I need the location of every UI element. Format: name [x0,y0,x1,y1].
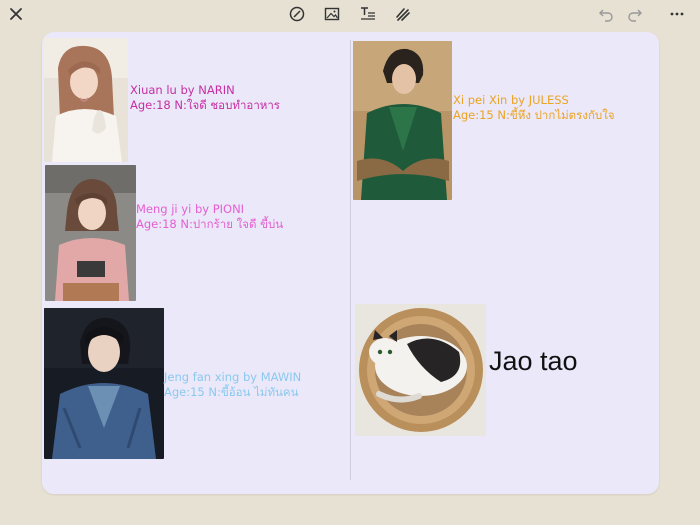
caption-xiuan-lu-details: Age:18 N:ใจดี ชอบทำอาหาร [130,98,280,112]
image-icon [323,5,341,27]
lasso-icon [288,5,306,27]
undo-icon [597,5,615,27]
top-toolbar [0,0,700,32]
text-format-icon [359,5,377,27]
pen-tool-button[interactable] [392,5,414,27]
cat-name-label: Jao tao [489,346,578,376]
lasso-tool-button[interactable] [286,5,308,27]
caption-xi-pei-xin: Xi pei Xin by JULESS Age:15 N:ขี้หึง ปาก… [453,93,615,123]
redo-button[interactable] [624,5,646,27]
note-canvas[interactable]: Xiuan lu by NARIN Age:18 N:ใจดี ชอบทำอาห… [42,32,659,494]
caption-meng-ji-yi-name: Meng ji yi by PIONI [136,202,245,216]
character-photo-jeng-fan-xing[interactable] [44,308,164,459]
cat-photo[interactable] [355,304,486,436]
more-button[interactable] [666,5,688,27]
pen-scribble-icon [394,5,412,27]
close-button[interactable] [5,5,27,27]
caption-xiuan-lu-name: Xiuan lu by NARIN [130,83,235,97]
insert-image-button[interactable] [321,5,343,27]
caption-meng-ji-yi-details: Age:18 N:ปากร้าย ใจดี ขี้บ่น [136,217,284,231]
caption-xi-pei-xin-name: Xi pei Xin by JULESS [453,93,569,107]
character-photo-xiuan-lu[interactable] [44,38,128,162]
caption-jeng-fan-xing: Jeng fan xing by MAWIN Age:15 N:ขี้อ้อน … [164,370,301,400]
more-icon [668,5,686,27]
undo-button[interactable] [595,5,617,27]
caption-xi-pei-xin-details: Age:15 N:ขี้หึง ปากไม่ตรงกับใจ [453,108,615,122]
redo-icon [626,5,644,27]
caption-jeng-fan-xing-details: Age:15 N:ขี้อ้อน ไม่ทันคน [164,385,299,399]
character-photo-meng-ji-yi[interactable] [45,165,136,301]
column-divider [350,40,351,480]
close-icon [7,5,25,27]
text-format-button[interactable] [357,5,379,27]
caption-meng-ji-yi: Meng ji yi by PIONI Age:18 N:ปากร้าย ใจด… [136,202,283,232]
caption-jeng-fan-xing-name: Jeng fan xing by MAWIN [164,370,302,384]
character-photo-xi-pei-xin[interactable] [353,41,452,200]
caption-xiuan-lu: Xiuan lu by NARIN Age:18 N:ใจดี ชอบทำอาห… [130,83,280,113]
